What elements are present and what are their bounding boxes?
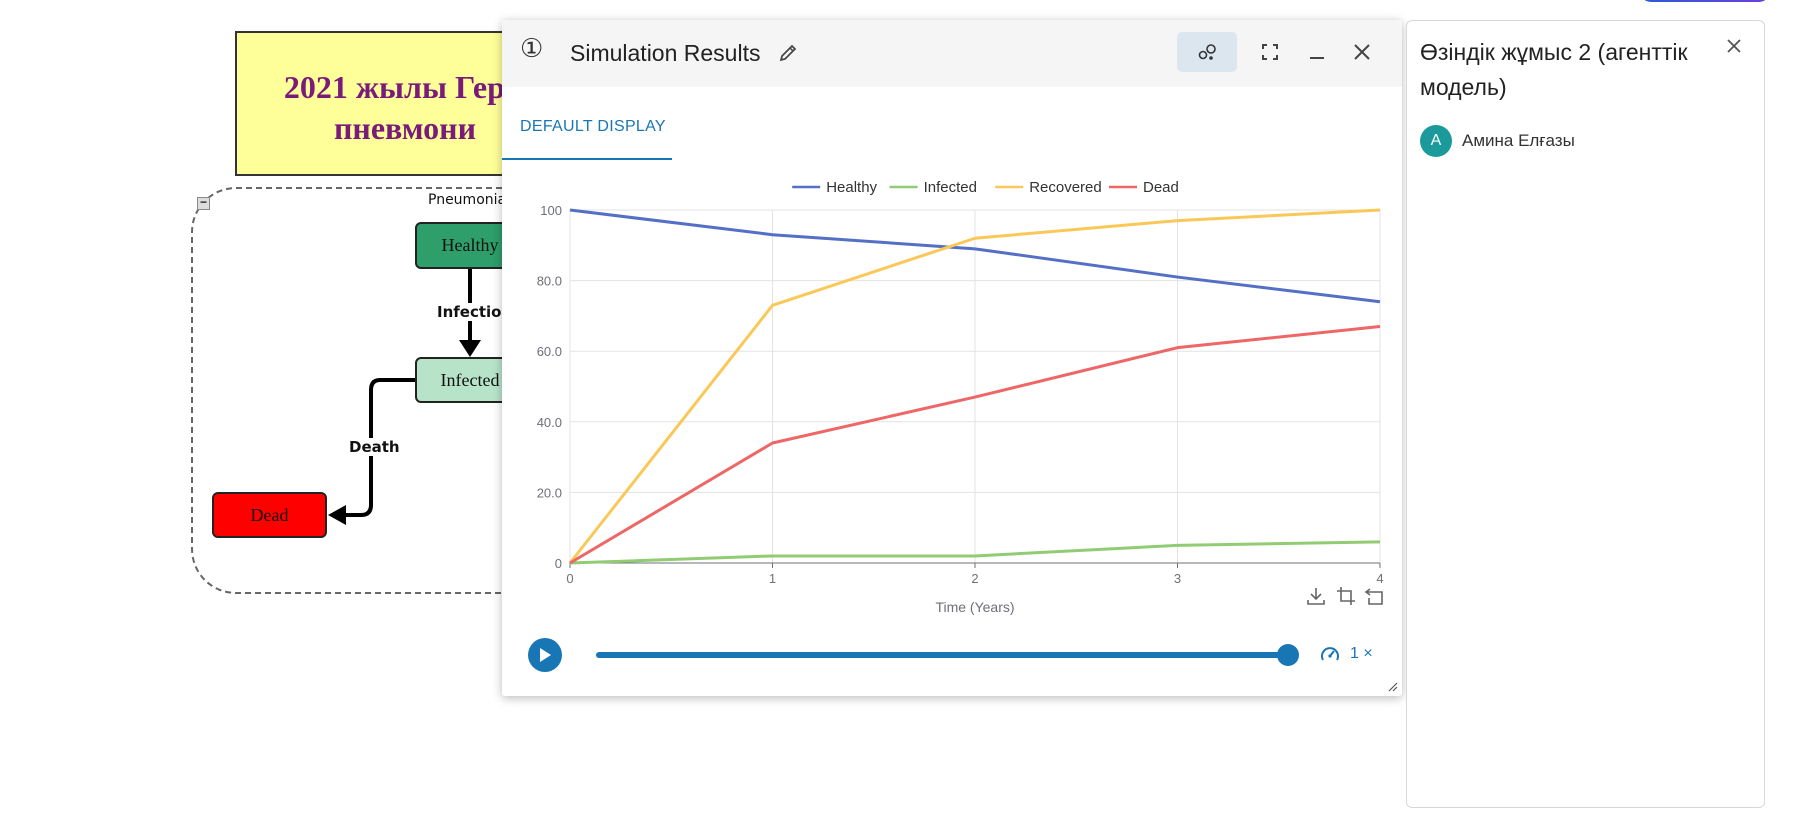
scenario-icon (1198, 44, 1216, 60)
speed-label[interactable]: 1 × (1350, 645, 1373, 663)
infection-flow-arrow (459, 340, 481, 357)
resize-handle-icon[interactable] (1388, 682, 1398, 692)
y-tick-label: 100 (540, 203, 562, 218)
playback-slider[interactable] (596, 644, 1299, 666)
x-tick-label: 2 (971, 571, 978, 586)
user-name: Амина Елғазы (1462, 131, 1575, 150)
scenario-button[interactable] (1177, 32, 1237, 72)
minimize-icon (1310, 57, 1324, 59)
y-tick-label: 60.0 (537, 344, 562, 359)
side-panel: Өзіндік жұмыс 2 (агенттік модель) А Амин… (1406, 20, 1765, 808)
zoom-select-icon[interactable] (1335, 585, 1357, 607)
panel-header[interactable]: ① Simulation Results (502, 20, 1402, 87)
playback-slider-fill (596, 652, 1288, 658)
play-button[interactable] (528, 638, 562, 672)
y-tick-label: 40.0 (537, 415, 562, 430)
tab-default-display[interactable]: DEFAULT DISPLAY (502, 102, 672, 160)
panel-title: Simulation Results (570, 40, 761, 66)
legend-label: Dead (1143, 179, 1179, 196)
y-tick-label: 80.0 (537, 274, 562, 289)
legend-label: Recovered (1029, 179, 1102, 196)
y-tick-label: 0 (555, 556, 562, 571)
flow-label-death[interactable]: Death (349, 438, 400, 456)
fullscreen-icon (1262, 44, 1278, 60)
legend-label: Infected (924, 179, 977, 196)
top-action-button[interactable] (1640, 0, 1770, 2)
edit-pencil-icon[interactable] (778, 43, 798, 63)
zoom-reset-icon[interactable] (1364, 585, 1386, 607)
download-icon[interactable] (1305, 585, 1327, 607)
legend-label: Healthy (826, 179, 877, 196)
x-tick-label: 4 (1376, 571, 1383, 586)
stock-dead[interactable]: Dead (212, 492, 327, 538)
side-panel-title: Өзіндік жұмыс 2 (агенттік модель) (1420, 39, 1688, 100)
x-tick-label: 1 (769, 571, 776, 586)
close-button[interactable] (1332, 32, 1392, 72)
x-tick-label: 0 (566, 571, 573, 586)
panel-number: ① (520, 34, 544, 64)
death-flow-arrow (328, 505, 346, 525)
play-icon (540, 648, 551, 662)
x-axis-label: Time (Years) (935, 599, 1014, 615)
simulation-results-panel: ① Simulation Results DEFAULT DISPLAY 0 2… (502, 20, 1402, 696)
avatar: А (1420, 125, 1452, 157)
user-row[interactable]: А Амина Елғазы (1420, 125, 1575, 157)
flow-label-infection[interactable]: Infection (437, 303, 513, 321)
x-tick-label: 3 (1174, 571, 1181, 586)
simulation-chart: 0 20.0 40.0 60.0 80.0 100 0 1 2 3 4 Time (Years) Hea… (537, 179, 1384, 615)
speed-icon[interactable] (1319, 643, 1341, 665)
playback-slider-thumb[interactable] (1277, 644, 1299, 666)
y-tick-label: 20.0 (537, 485, 562, 500)
close-icon (1354, 44, 1370, 60)
side-panel-close-icon[interactable] (1725, 37, 1743, 55)
